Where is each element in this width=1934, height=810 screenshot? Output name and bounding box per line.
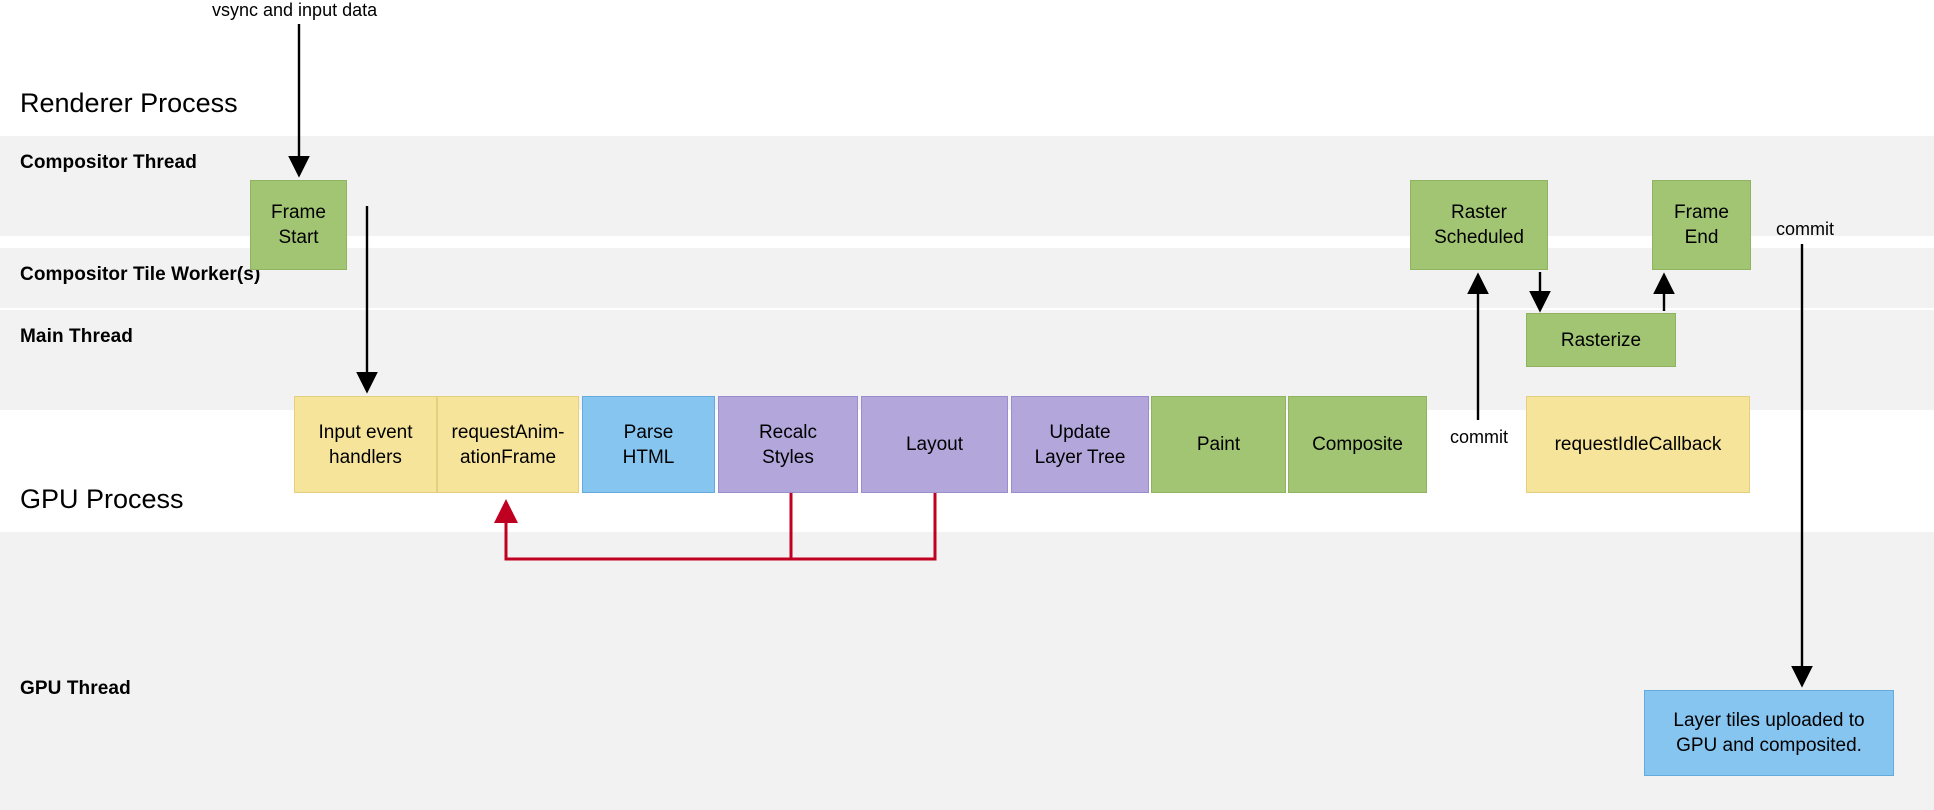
lane-label-compositor-thread: Compositor Thread — [20, 152, 197, 173]
box-layer-tiles-uploaded[interactable]: Layer tiles uploaded to GPU and composit… — [1644, 690, 1894, 776]
commit-label-main-to-compositor: commit — [1450, 427, 1508, 447]
box-input-event-handlers[interactable]: Input event handlers — [294, 396, 437, 493]
box-layout[interactable]: Layout — [861, 396, 1008, 493]
vsync-input-caption: vsync and input data — [212, 0, 378, 20]
lane-label-gpu-thread: GPU Thread — [20, 678, 131, 699]
box-request-animation-frame[interactable]: requestAnim- ationFrame — [437, 396, 579, 493]
box-composite[interactable]: Composite — [1288, 396, 1427, 493]
box-frame-start[interactable]: Frame Start — [250, 180, 347, 270]
box-recalc-styles[interactable]: Recalc Styles — [718, 396, 858, 493]
pipeline-diagram: Renderer Process GPU Process Compositor … — [0, 0, 1934, 810]
lane-label-main-thread: Main Thread — [20, 326, 134, 347]
box-paint[interactable]: Paint — [1151, 396, 1286, 493]
box-raster-scheduled[interactable]: Raster Scheduled — [1410, 180, 1548, 270]
box-parse-html[interactable]: Parse HTML — [582, 396, 715, 493]
box-request-idle-callback[interactable]: requestIdleCallback — [1526, 396, 1750, 493]
lane-label-compositor-tile-worker: Compositor Tile Worker(s) — [20, 264, 261, 285]
box-rasterize[interactable]: Rasterize — [1526, 313, 1676, 367]
process-title-renderer: Renderer Process — [20, 88, 238, 118]
box-update-layer-tree[interactable]: Update Layer Tree — [1011, 396, 1149, 493]
box-frame-end[interactable]: Frame End — [1652, 180, 1751, 270]
lane-band-gpu-thread — [0, 532, 1934, 670]
commit-label-compositor-to-gpu: commit — [1776, 219, 1834, 239]
process-title-gpu: GPU Process — [20, 484, 184, 514]
